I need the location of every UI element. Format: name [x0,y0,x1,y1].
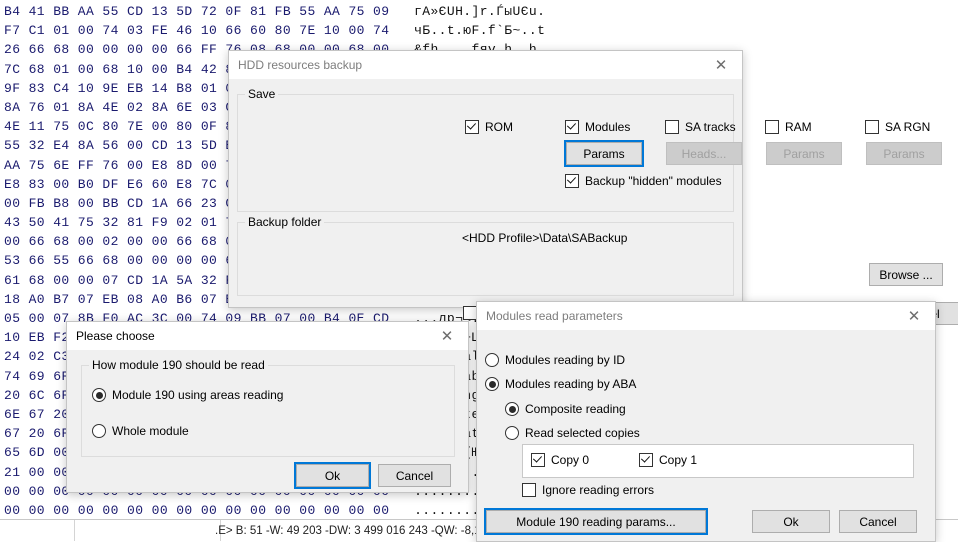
how-module-read-groupbox: How module 190 should be read [81,365,455,457]
radio-whole-module-circle [92,424,106,438]
checkbox-copy-0-box [531,453,545,467]
choose-dialog-title: Please choose [76,322,155,350]
modules-dialog-title: Modules read parameters [486,302,623,330]
module-reading-params-button[interactable]: Module 190 reading params... [486,510,706,533]
checkbox-rom-label: ROM [485,120,513,134]
please-choose-dialog[interactable]: Please choose ✕ How module 190 should be… [66,321,469,493]
sa-rgn-params-button-label: Params [883,147,924,161]
checkbox-sa-tracks[interactable]: SA tracks [665,120,736,134]
hex-row-bytes: 00 00 00 00 00 00 00 00 00 00 00 00 00 0… [4,503,414,518]
hdd-resources-backup-dialog[interactable]: HDD resources backup ✕ Save ROM Modules … [228,50,743,308]
checkbox-backup-hidden-modules-box [565,174,579,188]
backup-folder-path: <HDD Profile>\Data\SABackup [462,231,627,245]
checkbox-sa-tracks-box [665,120,679,134]
save-groupbox-legend: Save [245,87,278,101]
module-reading-params-button-label: Module 190 reading params... [516,515,675,529]
radio-whole-module[interactable]: Whole module [92,424,189,438]
hdd-dialog-title: HDD resources backup [238,51,362,79]
status-cell-b [63,520,221,541]
checkbox-copy-1-label: Copy 1 [659,453,697,467]
radio-whole-module-label: Whole module [112,424,189,438]
sa-rgn-params-button[interactable]: Params [866,142,942,165]
radio-module-areas-reading[interactable]: Module 190 using areas reading [92,388,283,402]
checkbox-sa-tracks-label: SA tracks [685,120,736,134]
modules-cancel-button[interactable]: Cancel [839,510,917,533]
radio-modules-reading-by-aba-circle [485,377,499,391]
browse-button-label: Browse ... [879,268,932,282]
modules-cancel-button-label: Cancel [859,515,896,529]
modules-params-button[interactable]: Params [566,142,642,165]
checkbox-modules-box [565,120,579,134]
radio-modules-reading-by-id-circle [485,353,499,367]
hex-row-ascii: чБ..t.юF.f`Б~..t [414,23,545,38]
hex-row-bytes: B4 41 BB AA 55 CD 13 5D 72 0F 81 FB 55 A… [4,4,414,19]
checkbox-modules[interactable]: Modules [565,120,630,134]
radio-module-areas-reading-label: Module 190 using areas reading [112,388,283,402]
checkbox-ignore-reading-errors-box [522,483,536,497]
choose-ok-button-label: Ok [325,469,340,483]
radio-modules-reading-by-id[interactable]: Modules reading by ID [485,353,625,367]
checkbox-ram[interactable]: RAM [765,120,812,134]
hdd-dialog-titlebar[interactable]: HDD resources backup ✕ [229,51,742,80]
modules-read-parameters-dialog[interactable]: Modules read parameters ✕ Modules readin… [476,301,936,542]
backup-folder-groupbox-legend: Backup folder [245,215,324,229]
radio-composite-reading[interactable]: Composite reading [505,402,626,416]
checkbox-backup-hidden-modules[interactable]: Backup "hidden" modules [565,174,722,188]
checkbox-ram-label: RAM [785,120,812,134]
choose-dialog-titlebar[interactable]: Please choose ✕ [67,322,468,351]
radio-modules-reading-by-aba-label: Modules reading by ABA [505,377,636,391]
checkbox-sa-rgn-box [865,120,879,134]
modules-dialog-titlebar[interactable]: Modules read parameters ✕ [477,302,935,331]
checkbox-copy-0-label: Copy 0 [551,453,589,467]
sa-tracks-heads-button-label: Heads... [682,147,727,161]
checkbox-copy-0[interactable]: Copy 0 [531,453,589,467]
choose-ok-button[interactable]: Ok [296,464,369,487]
modules-dialog-body: Modules reading by ID Modules reading by… [477,331,935,541]
checkbox-rom[interactable]: ROM [465,120,513,134]
hex-row: B4 41 BB AA 55 CD 13 5D 72 0F 81 FB 55 A… [4,2,554,21]
ram-params-button-label: Params [783,147,824,161]
status-cell-values: .E> B: 51 -W: 49 203 -DW: 3 499 016 243 … [209,520,492,541]
modules-ok-button[interactable]: Ok [752,510,830,533]
radio-composite-reading-circle [505,402,519,416]
checkbox-ignore-reading-errors-label: Ignore reading errors [542,483,654,497]
checkbox-copy-1-box [639,453,653,467]
checkbox-modules-label: Modules [585,120,630,134]
checkbox-sa-rgn[interactable]: SA RGN [865,120,930,134]
save-groupbox: Save [237,94,734,212]
checkbox-copy-1[interactable]: Copy 1 [639,453,697,467]
checkbox-ignore-reading-errors[interactable]: Ignore reading errors [522,483,654,497]
modules-params-button-label: Params [583,147,624,161]
choose-cancel-button[interactable]: Cancel [378,464,451,487]
hex-row-bytes: F7 C1 01 00 74 03 FE 46 10 66 60 80 7E 1… [4,23,414,38]
hex-row-ascii: гA»ЄUH.]r.ЃыUЄu. [414,4,545,19]
how-module-read-legend: How module 190 should be read [89,358,268,372]
close-icon[interactable]: ✕ [893,302,935,330]
radio-modules-reading-by-aba[interactable]: Modules reading by ABA [485,377,636,391]
sa-tracks-heads-button[interactable]: Heads... [666,142,742,165]
checkbox-ram-box [765,120,779,134]
checkbox-as-default-box [463,306,477,320]
radio-composite-reading-label: Composite reading [525,402,626,416]
radio-read-selected-copies-circle [505,426,519,440]
radio-read-selected-copies[interactable]: Read selected copies [505,426,640,440]
ram-params-button[interactable]: Params [766,142,842,165]
close-icon[interactable]: ✕ [700,51,742,79]
close-icon[interactable]: ✕ [426,322,468,350]
hdd-dialog-body: Save ROM Modules SA tracks RAM SA RGN Pa… [229,80,742,307]
modules-ok-button-label: Ok [783,515,798,529]
browse-button[interactable]: Browse ... [869,263,943,286]
choose-cancel-button-label: Cancel [396,469,433,483]
copies-list-panel[interactable]: Copy 0 Copy 1 [522,444,914,478]
checkbox-rom-box [465,120,479,134]
checkbox-backup-hidden-modules-label: Backup "hidden" modules [585,174,722,188]
choose-dialog-body: How module 190 should be read Module 190… [67,351,468,492]
hex-row: F7 C1 01 00 74 03 FE 46 10 66 60 80 7E 1… [4,21,554,40]
hex-row: 00 00 00 00 00 00 00 00 00 00 00 00 00 0… [4,501,554,520]
radio-modules-reading-by-id-label: Modules reading by ID [505,353,625,367]
checkbox-sa-rgn-label: SA RGN [885,120,930,134]
radio-read-selected-copies-label: Read selected copies [525,426,640,440]
radio-module-areas-reading-circle [92,388,106,402]
